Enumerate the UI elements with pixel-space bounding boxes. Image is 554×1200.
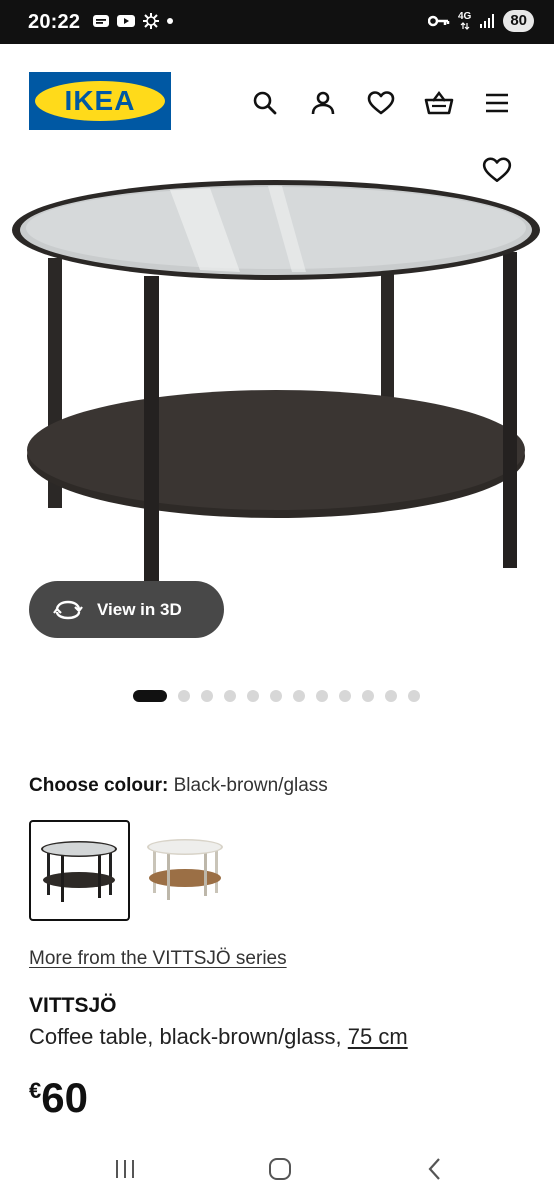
message-icon <box>93 15 109 27</box>
carousel-dot[interactable] <box>270 690 282 702</box>
colour-swatch-black-brown[interactable] <box>29 820 130 921</box>
carousel-dot[interactable] <box>224 690 236 702</box>
user-icon[interactable] <box>308 88 338 118</box>
youtube-icon <box>117 15 135 27</box>
ikea-logo[interactable]: IKEA <box>29 72 171 130</box>
wishlist-heart-icon[interactable] <box>366 88 396 118</box>
coffee-table-image <box>12 180 540 596</box>
carousel-dot[interactable] <box>362 690 374 702</box>
selected-colour-value: Black-brown/glass <box>173 775 328 796</box>
system-nav-bar <box>0 1140 554 1200</box>
product-description-text: Coffee table, black-brown/glass, <box>29 1024 342 1049</box>
status-bar: 20:22 4G 80 <box>0 0 554 44</box>
swatch-thumbnail-white <box>147 839 223 900</box>
carousel-dot[interactable] <box>408 690 420 702</box>
add-to-wishlist-heart-icon[interactable] <box>482 156 512 186</box>
logo-oval: IKEA <box>35 81 165 121</box>
carousel-dot[interactable] <box>247 690 259 702</box>
battery-indicator: 80 <box>503 10 534 32</box>
carousel-dot[interactable] <box>385 690 397 702</box>
table-leg <box>503 252 517 568</box>
status-right: 4G 80 <box>427 10 534 32</box>
colour-swatch-white-brown[interactable] <box>141 820 242 921</box>
view-in-3d-button[interactable]: View in 3D <box>29 581 224 638</box>
signal-icon <box>480 14 495 28</box>
choose-colour-heading: Choose colour: <box>29 775 169 796</box>
data-arrows-icon <box>460 22 470 30</box>
dot-icon <box>167 18 173 24</box>
carousel-dot[interactable] <box>201 690 213 702</box>
product-size-link[interactable]: 75 cm <box>348 1024 408 1049</box>
app-notification-icon <box>143 13 159 29</box>
carousel-dot[interactable] <box>316 690 328 702</box>
rotate-3d-icon <box>53 600 83 619</box>
colour-selector-label: Choose colour: Black-brown/glass <box>29 775 328 797</box>
swatch-thumbnail-black <box>41 841 117 902</box>
image-carousel-dots <box>133 690 420 702</box>
carousel-dot-active[interactable] <box>133 690 167 702</box>
carousel-dot[interactable] <box>339 690 351 702</box>
view-in-3d-label: View in 3D <box>97 599 182 619</box>
product-description: Coffee table, black-brown/glass, 75 cm <box>29 1024 408 1050</box>
product-image[interactable] <box>0 150 554 650</box>
status-time: 20:22 <box>28 11 81 33</box>
vpn-key-icon <box>427 15 450 27</box>
product-price: €60 <box>29 1074 88 1122</box>
carousel-dot[interactable] <box>293 690 305 702</box>
product-name: VITTSJÖ <box>29 994 117 1017</box>
basket-icon[interactable] <box>424 88 454 118</box>
carousel-dot[interactable] <box>178 690 190 702</box>
table-leg <box>144 276 159 596</box>
logo-text: IKEA <box>64 85 136 116</box>
search-icon[interactable] <box>250 88 280 118</box>
menu-icon[interactable] <box>482 88 512 118</box>
site-header: IKEA <box>0 44 554 144</box>
series-link[interactable]: More from the VITTSJÖ series <box>29 948 287 970</box>
network-indicator: 4G <box>458 12 471 30</box>
back-icon[interactable] <box>415 1154 455 1184</box>
network-type: 4G <box>457 11 472 22</box>
price-currency: € <box>29 1078 42 1103</box>
recent-apps-icon[interactable] <box>105 1154 145 1184</box>
home-icon[interactable] <box>260 1154 300 1184</box>
bottom-shelf-top <box>27 390 525 510</box>
notification-icons <box>92 12 174 30</box>
price-amount: 60 <box>41 1074 88 1121</box>
